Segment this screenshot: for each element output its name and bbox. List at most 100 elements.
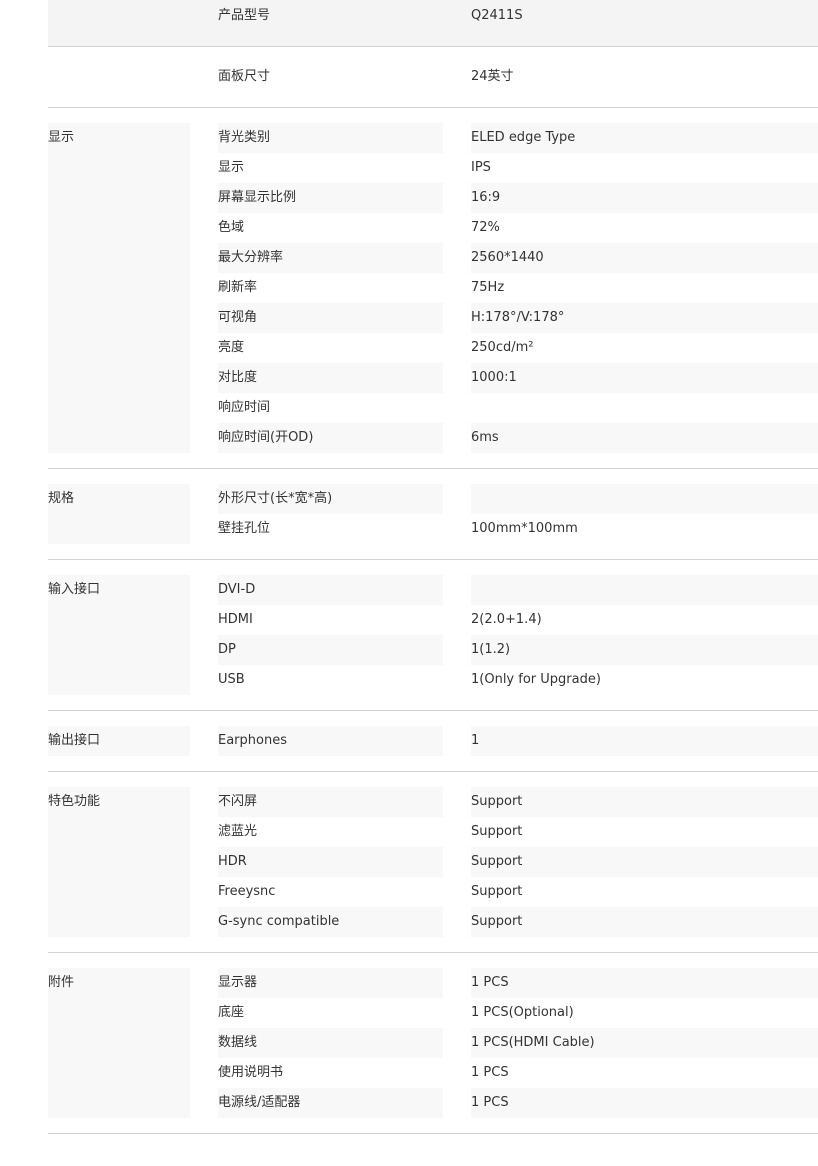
- group-label: [48, 273, 190, 303]
- spec-row: G-sync compatible Support: [48, 907, 818, 937]
- spec-name: 使用说明书: [218, 1065, 284, 1080]
- spec-name: 底座: [218, 1005, 245, 1020]
- spec-value: 1 PCS(HDMI Cable): [471, 1028, 818, 1058]
- group-label: [48, 635, 190, 665]
- spec-row: 刷新率 75Hz: [48, 273, 818, 303]
- spec-value: H:178°/V:178°: [471, 303, 818, 333]
- spec-table: 产品型号 Q2411S 面板尺寸 24英寸 显示 背光类别 ELED edge Type 显示…: [0, 0, 818, 1134]
- spec-value: Support: [471, 787, 818, 817]
- spec-value: Support: [471, 907, 818, 937]
- group-label: [48, 153, 190, 183]
- spec-name: 屏幕显示比例: [218, 183, 443, 213]
- spec-name: 产品型号: [218, 8, 271, 23]
- group-label: [48, 665, 190, 695]
- spec-row: 色域 72%: [48, 213, 818, 243]
- spec-value: 75Hz: [471, 280, 505, 295]
- group-label: 特色功能: [48, 787, 190, 817]
- spec-name: 最大分辨率: [218, 243, 443, 273]
- spec-name: 背光类别: [218, 123, 443, 153]
- spec-name: 可视角: [218, 303, 443, 333]
- spec-value: 1 PCS: [471, 1088, 818, 1118]
- spec-row: 亮度 250cd/m²: [48, 333, 818, 363]
- spec-name: 不闪屏: [218, 787, 443, 817]
- group-label: [48, 998, 190, 1028]
- spec-name: 刷新率: [218, 280, 258, 295]
- spec-group: 显示 背光类别 ELED edge Type 显示 IPS 屏幕显示比例 16:9 色域 72%…: [48, 108, 818, 469]
- spec-name: 面板尺寸: [218, 69, 271, 84]
- spec-name: USB: [218, 672, 245, 687]
- spec-row: 附件 显示器 1 PCS: [48, 968, 818, 998]
- spec-row: 显示 背光类别 ELED edge Type: [48, 123, 818, 153]
- spec-row: 滤蓝光 Support: [48, 817, 818, 847]
- spec-value: 100mm*100mm: [471, 521, 578, 536]
- group-label: [48, 303, 190, 333]
- spec-value: 72%: [471, 220, 500, 235]
- spec-group: 面板尺寸 24英寸: [48, 47, 818, 108]
- spec-row: 输入接口 DVI-D: [48, 575, 818, 605]
- group-label: [48, 847, 190, 877]
- spec-row: 输出接口 Earphones 1: [48, 726, 818, 756]
- group-label: [48, 1028, 190, 1058]
- spec-row: 对比度 1000:1: [48, 363, 818, 393]
- spec-name: HDR: [218, 847, 443, 877]
- group-label: [48, 514, 190, 544]
- spec-row: 壁挂孔位 100mm*100mm: [48, 514, 818, 544]
- spec-group: 输入接口 DVI-D HDMI 2(2.0+1.4) DP 1(1.2) USB 1(Only…: [48, 560, 818, 711]
- spec-value: Support: [471, 824, 523, 839]
- spec-value: 6ms: [471, 423, 818, 453]
- spec-row: USB 1(Only for Upgrade): [48, 665, 818, 695]
- spec-row: Freeysnc Support: [48, 877, 818, 907]
- spec-row: 特色功能 不闪屏 Support: [48, 787, 818, 817]
- group-label: [48, 183, 190, 213]
- spec-value: Support: [471, 847, 818, 877]
- spec-value: 16:9: [471, 183, 818, 213]
- group-label: [48, 243, 190, 273]
- group-label: [48, 1088, 190, 1118]
- spec-name: 滤蓝光: [218, 824, 258, 839]
- spec-row: 产品型号 Q2411S: [48, 1, 818, 31]
- group-label: [48, 817, 190, 847]
- spec-group: 输出接口 Earphones 1: [48, 711, 818, 772]
- group-label: [48, 213, 190, 243]
- spec-name: 响应时间: [218, 400, 271, 415]
- spec-value: 24英寸: [471, 69, 514, 84]
- spec-row: 显示 IPS: [48, 153, 818, 183]
- spec-name: 显示器: [218, 968, 443, 998]
- group-label: 显示: [48, 123, 190, 153]
- spec-group: 规格 外形尺寸(长*宽*高) 壁挂孔位 100mm*100mm: [48, 469, 818, 560]
- spec-row: 电源线/适配器 1 PCS: [48, 1088, 818, 1118]
- spec-group: 特色功能 不闪屏 Support 滤蓝光 Support HDR Support Freeys…: [48, 772, 818, 953]
- spec-value: [471, 484, 818, 514]
- spec-row: 最大分辨率 2560*1440: [48, 243, 818, 273]
- group-label: [48, 393, 190, 423]
- spec-value: 1000:1: [471, 363, 818, 393]
- spec-name: Earphones: [218, 726, 443, 756]
- spec-group: 产品型号 Q2411S: [48, 0, 818, 47]
- spec-row: HDMI 2(2.0+1.4): [48, 605, 818, 635]
- spec-value: 1(1.2): [471, 635, 818, 665]
- spec-value: 2560*1440: [471, 243, 818, 273]
- spec-row: 数据线 1 PCS(HDMI Cable): [48, 1028, 818, 1058]
- spec-value: 1: [471, 726, 818, 756]
- spec-value: 2(2.0+1.4): [471, 612, 542, 627]
- group-label: [48, 423, 190, 453]
- group-label: [48, 1058, 190, 1088]
- spec-name: 壁挂孔位: [218, 521, 271, 536]
- spec-row: 可视角 H:178°/V:178°: [48, 303, 818, 333]
- group-label: [48, 62, 190, 92]
- spec-name: 外形尺寸(长*宽*高): [218, 484, 443, 514]
- group-label: 输入接口: [48, 575, 190, 605]
- spec-row: 响应时间(开OD) 6ms: [48, 423, 818, 453]
- spec-row: 屏幕显示比例 16:9: [48, 183, 818, 213]
- spec-name: 显示: [218, 160, 245, 175]
- spec-row: 使用说明书 1 PCS: [48, 1058, 818, 1088]
- spec-name: 色域: [218, 220, 245, 235]
- group-label: [48, 1, 190, 31]
- spec-value: 1 PCS: [471, 1065, 509, 1080]
- spec-row: 面板尺寸 24英寸: [48, 62, 818, 92]
- group-label: 输出接口: [48, 726, 190, 756]
- group-label: [48, 333, 190, 363]
- group-label: [48, 363, 190, 393]
- spec-value: Support: [471, 884, 523, 899]
- spec-name: G-sync compatible: [218, 907, 443, 937]
